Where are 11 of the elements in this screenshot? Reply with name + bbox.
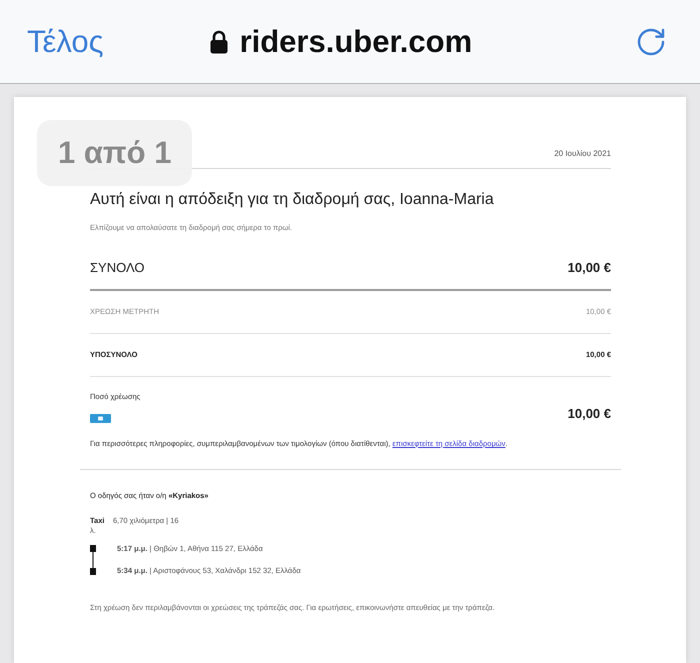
address-text[interactable]: riders.uber.com bbox=[240, 24, 472, 60]
receipt-date: 20 Ιουλίου 2021 bbox=[554, 149, 611, 159]
total-amount: 10,00 € bbox=[568, 260, 611, 276]
receipt-title: Αυτή είναι η απόδειξη για τη διαδρομή σας, Ioanna-Maria bbox=[90, 190, 495, 210]
done-button[interactable]: Τέλος bbox=[27, 24, 104, 60]
total-label: ΣΥΝΟΛΟ bbox=[90, 260, 144, 276]
cash-icon bbox=[90, 414, 111, 423]
route-icon bbox=[90, 544, 96, 576]
lock-icon bbox=[210, 30, 228, 54]
payment-amount: 10,00 € bbox=[568, 406, 611, 422]
page-indicator: 1 από 1 bbox=[37, 120, 192, 186]
